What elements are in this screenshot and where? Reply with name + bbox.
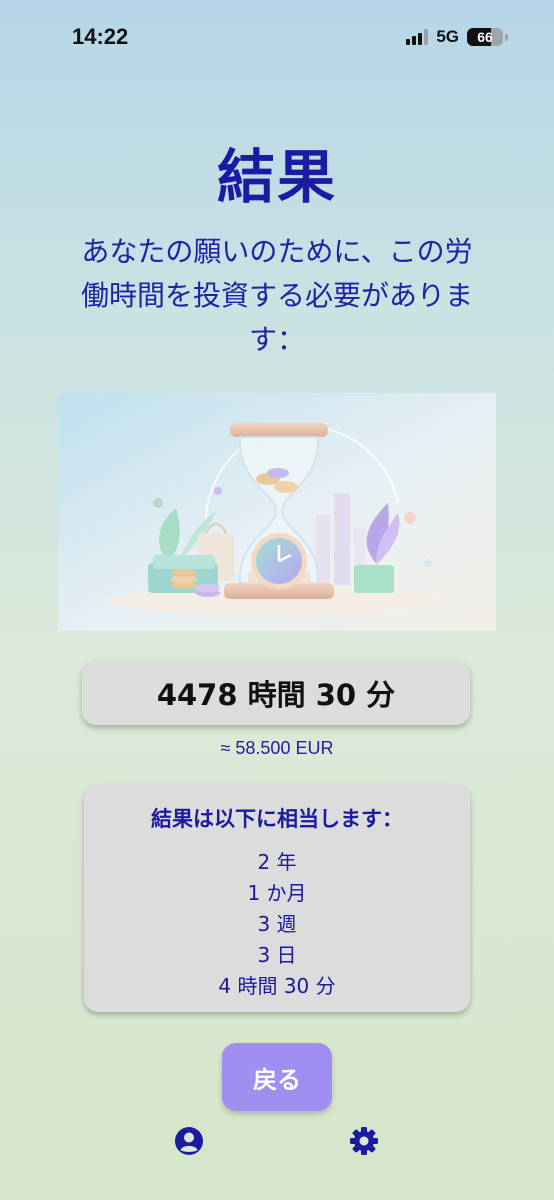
back-button[interactable]: 戻る bbox=[222, 1043, 332, 1111]
hours-card: 4478 時間 30 分 bbox=[82, 661, 470, 725]
battery-level: 66 bbox=[477, 29, 493, 45]
gear-icon[interactable] bbox=[349, 1126, 379, 1156]
equivalent-months: 1 か月 bbox=[247, 881, 307, 905]
battery-tip bbox=[505, 33, 508, 41]
equivalents-heading: 結果は以下に相当します： bbox=[151, 807, 403, 831]
equivalents-list: 2 年 1 か月 3 週 3 日 4 時間 30 分 bbox=[84, 847, 470, 1002]
equivalents-card: 結果は以下に相当します： 2 年 1 か月 3 週 3 日 4 時間 30 分 bbox=[84, 785, 470, 1012]
hours-value: 4478 時間 30 分 bbox=[156, 678, 396, 712]
eur-value: ≈ 58.500 EUR bbox=[220, 738, 334, 758]
status-bar: 14:22 5G 66 bbox=[0, 0, 554, 74]
profile-icon[interactable] bbox=[174, 1126, 204, 1156]
equivalent-days: 3 日 bbox=[257, 943, 297, 967]
signal-icon bbox=[406, 29, 429, 45]
result-subtitle: あなたの願いのために、この労働時間を投資する必要があります： bbox=[80, 235, 473, 356]
status-time: 14:22 bbox=[72, 24, 129, 49]
hourglass-illustration bbox=[58, 393, 496, 631]
page-title: 結果 bbox=[216, 143, 337, 211]
status-indicators: 5G 66 bbox=[406, 27, 508, 47]
equivalent-hours: 4 時間 30 分 bbox=[218, 974, 336, 998]
battery-icon: 66 bbox=[467, 28, 503, 46]
equivalent-years: 2 年 bbox=[257, 850, 297, 874]
equivalent-weeks: 3 週 bbox=[257, 912, 297, 936]
network-type: 5G bbox=[436, 27, 459, 46]
